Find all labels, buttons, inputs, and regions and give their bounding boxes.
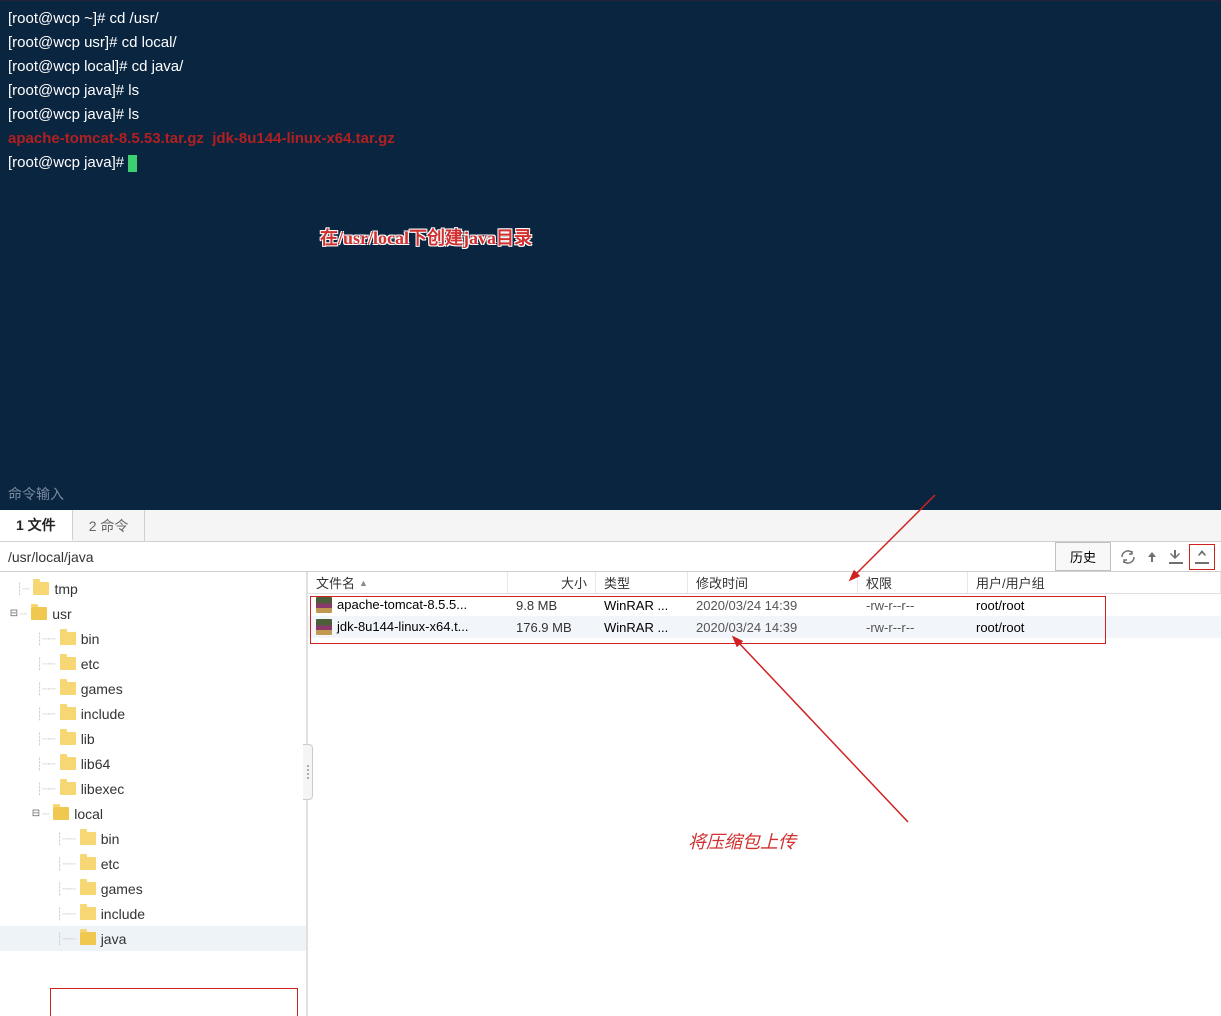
annotation-highlight-java — [50, 988, 298, 1016]
path-input[interactable] — [0, 545, 1055, 569]
file-row[interactable]: jdk-8u144-linux-x64.t... 176.9 MB WinRAR… — [308, 616, 1221, 638]
folder-icon — [53, 807, 69, 820]
terminal-line: [root@wcp java]# ls — [8, 103, 1213, 127]
folder-icon — [80, 832, 96, 845]
tree-node-tmp[interactable]: ┊┈ tmp — [0, 576, 306, 601]
folder-icon — [60, 682, 76, 695]
tree-node[interactable]: ┊┈┈games — [0, 876, 306, 901]
collapse-icon[interactable]: ⊟ — [30, 808, 42, 819]
tab-files[interactable]: 1 文件 — [0, 510, 73, 541]
tree-node[interactable]: ┊┈┈bin — [0, 826, 306, 851]
folder-icon — [80, 932, 96, 945]
folder-icon — [80, 907, 96, 920]
up-arrow-icon[interactable] — [1141, 546, 1163, 568]
tree-node[interactable]: ┊┈┈lib — [0, 726, 306, 751]
ls-output: apache-tomcat-8.5.53.tar.gz jdk-8u144-li… — [8, 127, 1213, 151]
folder-icon — [60, 732, 76, 745]
terminal-line: [root@wcp ~]# cd /usr/ — [8, 7, 1213, 31]
upload-icon[interactable] — [1191, 546, 1213, 568]
column-header-date[interactable]: 修改时间 — [688, 572, 858, 593]
path-toolbar: 历史 — [0, 542, 1221, 572]
folder-icon — [60, 657, 76, 670]
folder-icon — [80, 882, 96, 895]
annotation-arrow-upload — [728, 632, 928, 832]
folder-icon — [60, 707, 76, 720]
column-header-user[interactable]: 用户/用户组 — [968, 572, 1221, 593]
tree-node[interactable]: ┊┈┈libexec — [0, 776, 306, 801]
folder-icon — [31, 607, 47, 620]
tree-node-local[interactable]: ⊟ ┈ local — [0, 801, 306, 826]
folder-icon — [60, 782, 76, 795]
annotation-create-java-dir: 在/usr/local下创建java目录 — [320, 226, 532, 250]
column-header-perm[interactable]: 权限 — [858, 572, 968, 593]
tree-node[interactable]: ┊┈┈lib64 — [0, 751, 306, 776]
terminal-line: [root@wcp local]# cd java/ — [8, 55, 1213, 79]
terminal-line: [root@wcp usr]# cd local/ — [8, 31, 1213, 55]
column-header-type[interactable]: 类型 — [596, 572, 688, 593]
tree-node[interactable]: ┊┈┈etc — [0, 851, 306, 876]
column-header-name[interactable]: 文件名▲ — [308, 572, 508, 593]
tree-node[interactable]: ┊┈┈include — [0, 901, 306, 926]
archive-icon — [316, 597, 332, 613]
terminal-panel[interactable]: [root@wcp ~]# cd /usr/ [root@wcp usr]# c… — [0, 0, 1221, 510]
tree-node[interactable]: ┊┈┈etc — [0, 651, 306, 676]
terminal-line: [root@wcp java]# ls — [8, 79, 1213, 103]
panel-tabs: 1 文件 2 命令 — [0, 510, 1221, 542]
sort-asc-icon: ▲ — [359, 578, 368, 588]
tree-node-java[interactable]: ┊┈┈java — [0, 926, 306, 951]
collapse-icon[interactable]: ⊟ — [8, 608, 20, 619]
refresh-icon[interactable] — [1117, 546, 1139, 568]
folder-icon — [33, 582, 49, 595]
file-list-header: 文件名▲ 大小 类型 修改时间 权限 用户/用户组 — [308, 572, 1221, 594]
directory-tree[interactable]: ┊┈ tmp ⊟ ┈ usr ┊┈┈bin ┊┈┈etc ┊┈┈games ┊┈… — [0, 572, 308, 1016]
tab-commands[interactable]: 2 命令 — [73, 510, 146, 541]
command-input-label[interactable]: 命令输入 — [8, 482, 64, 506]
tree-node[interactable]: ┊┈┈include — [0, 701, 306, 726]
history-button[interactable]: 历史 — [1055, 542, 1111, 571]
folder-icon — [60, 632, 76, 645]
column-header-size[interactable]: 大小 — [508, 572, 596, 593]
tree-node[interactable]: ┊┈┈games — [0, 676, 306, 701]
file-list-panel: 文件名▲ 大小 类型 修改时间 权限 用户/用户组 apache-tomcat-… — [308, 572, 1221, 1016]
terminal-prompt: [root@wcp java]# — [8, 151, 1213, 175]
folder-icon — [80, 857, 96, 870]
annotation-upload-archive: 将压缩包上传 — [688, 828, 796, 854]
archive-icon — [316, 619, 332, 635]
folder-icon — [60, 757, 76, 770]
tree-node[interactable]: ┊┈┈bin — [0, 626, 306, 651]
download-icon[interactable] — [1165, 546, 1187, 568]
cursor-icon — [128, 155, 137, 172]
tree-node-usr[interactable]: ⊟ ┈ usr — [0, 601, 306, 626]
file-row[interactable]: apache-tomcat-8.5.5... 9.8 MB WinRAR ...… — [308, 594, 1221, 616]
